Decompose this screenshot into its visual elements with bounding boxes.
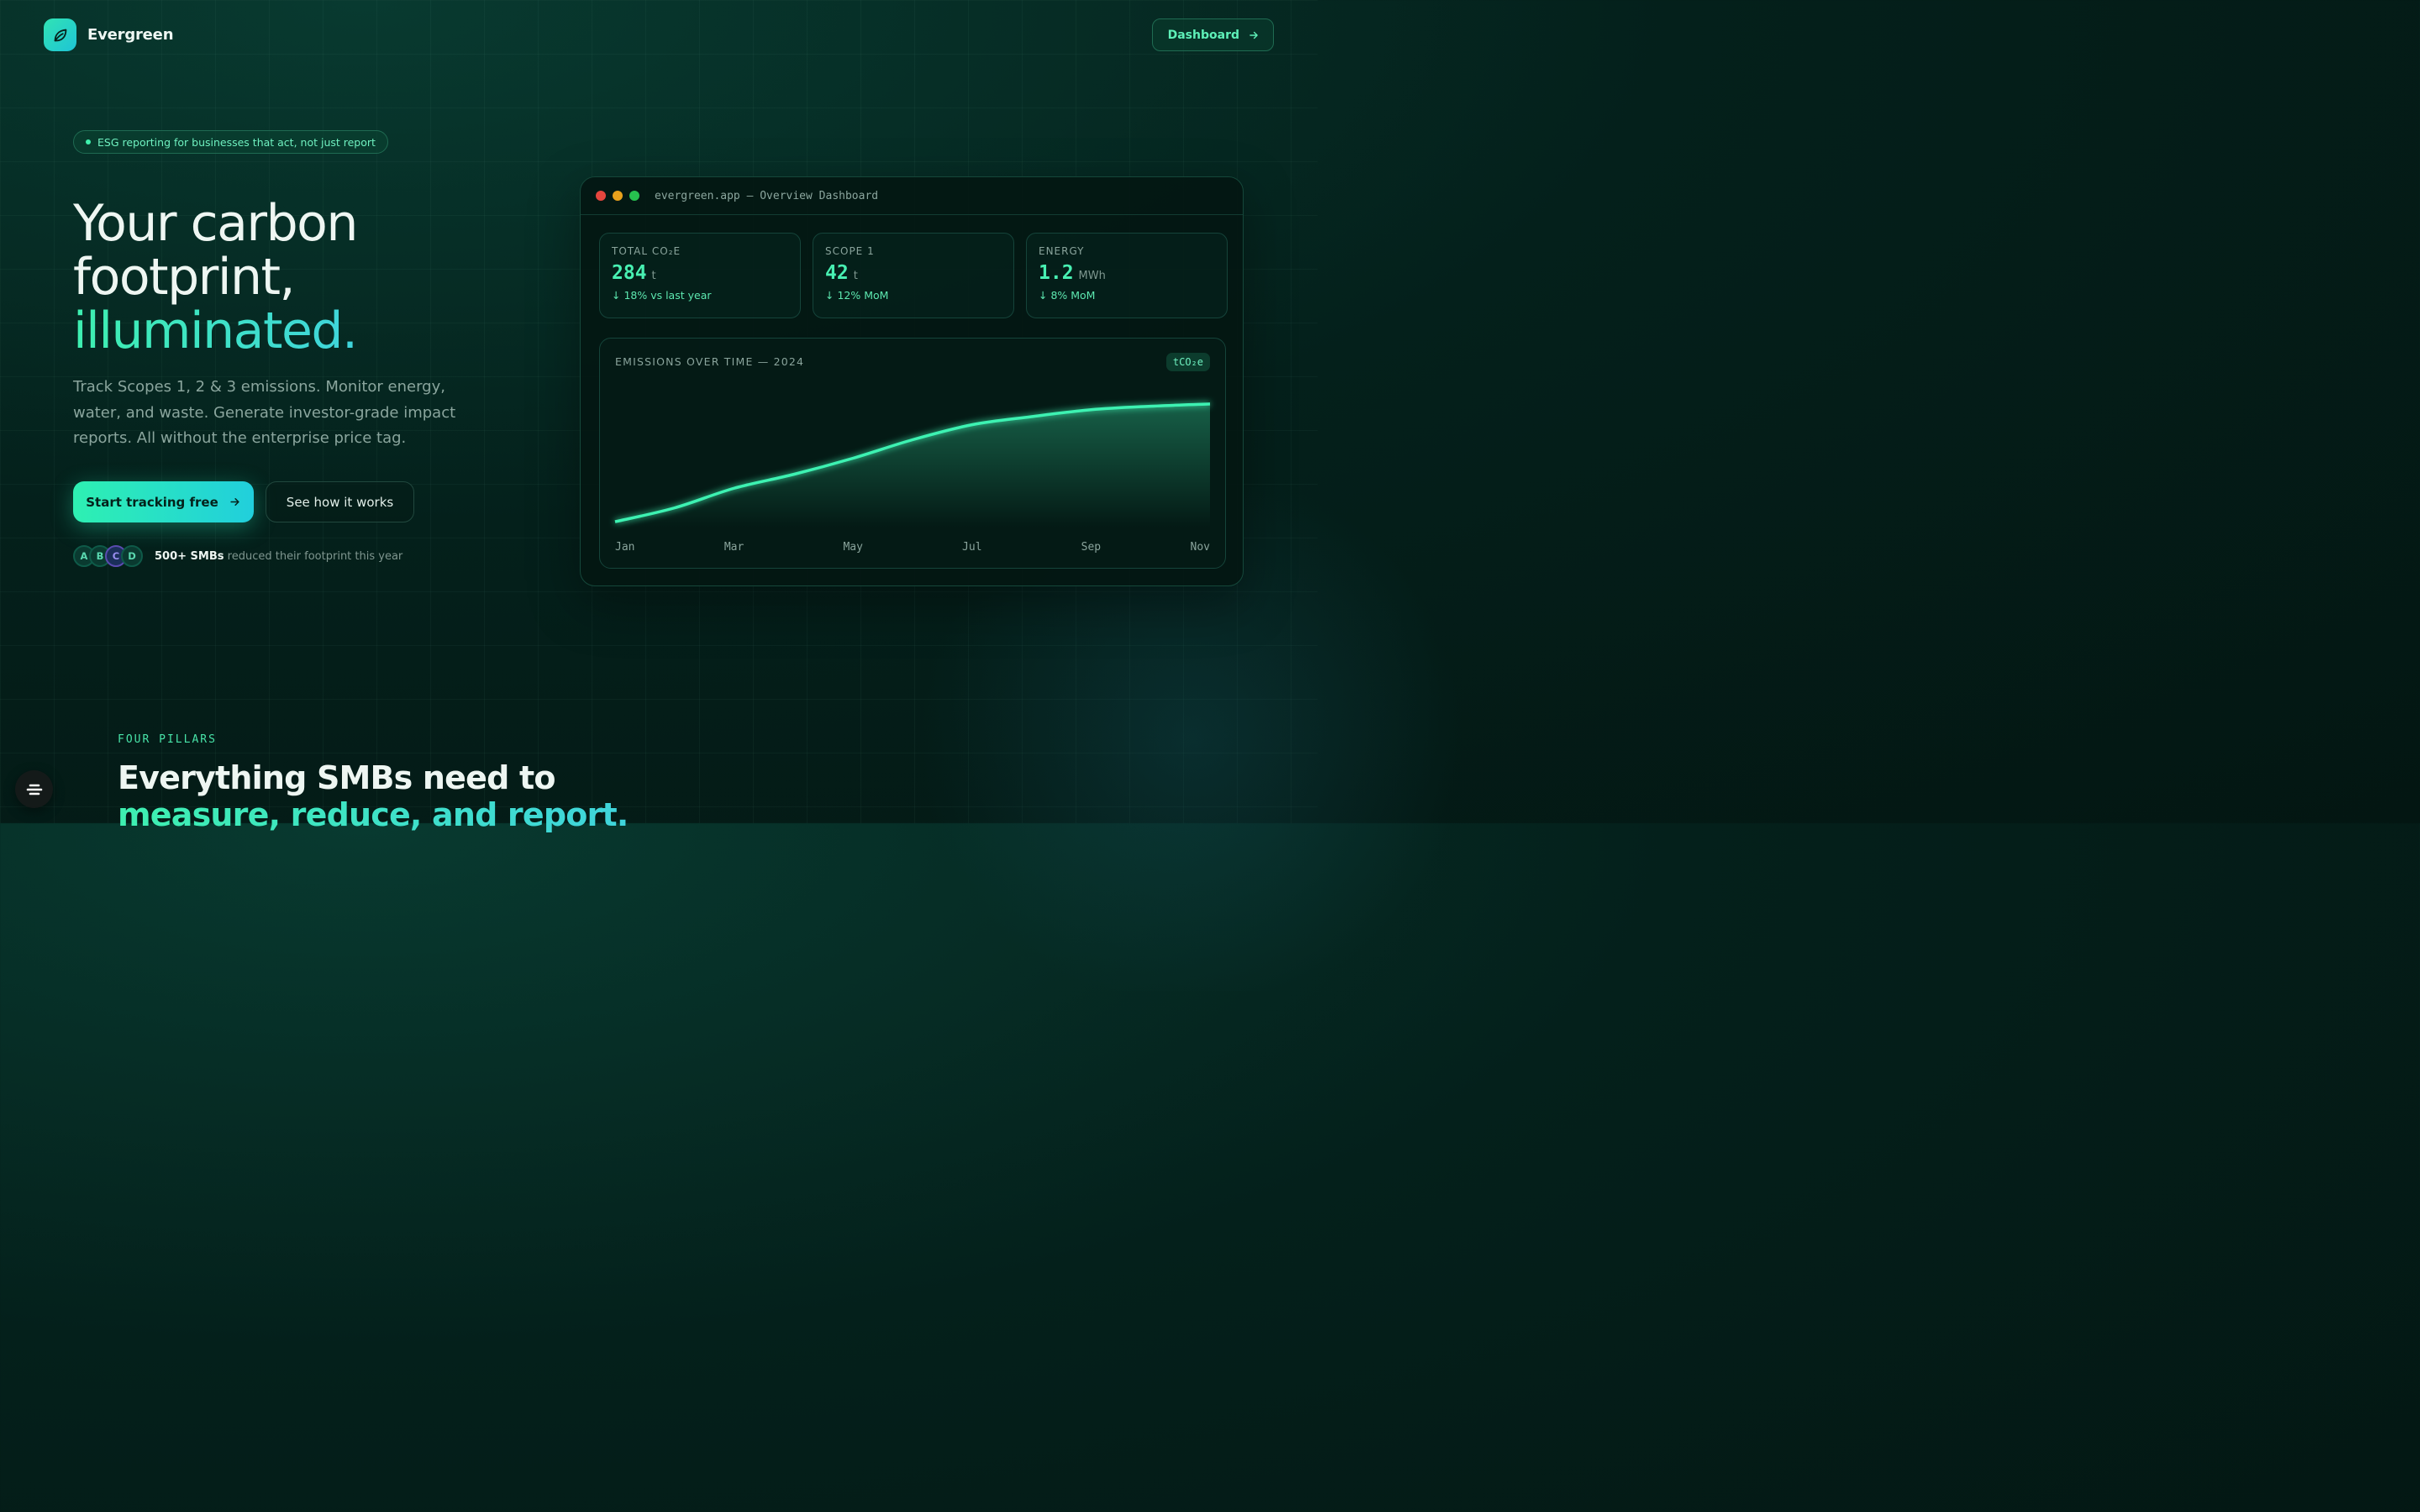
arrow-right-icon (230, 498, 239, 506)
x-tick-label: Nov (1191, 541, 1211, 554)
hero-badge: ESG reporting for businesses that act, n… (73, 130, 388, 154)
x-tick-label: Mar (724, 541, 744, 554)
social-proof: A B C D 500+ SMBs reduced their footprin… (73, 545, 402, 567)
avatar-group: A B C D (73, 545, 143, 567)
avatar: D (121, 545, 143, 567)
chat-widget-icon (26, 784, 42, 795)
minimize-dot-icon (613, 191, 623, 201)
kpi-value: 42 (825, 262, 849, 284)
kpi-card-total-co2e: TOTAL CO₂E 284 t ↓ 18% vs last year (599, 233, 801, 318)
close-dot-icon (596, 191, 606, 201)
start-tracking-label: Start tracking free (86, 494, 218, 510)
maximize-dot-icon (629, 191, 639, 201)
hero-title-accent: illuminated. (73, 302, 358, 360)
arrow-right-icon (1249, 31, 1258, 39)
hero-title: Your carbon footprint, illuminated. (73, 194, 358, 360)
kpi-delta: ↓ 12% MoM (825, 289, 889, 302)
kpi-label: TOTAL CO₂E (612, 245, 681, 257)
x-tick-label: Sep (1081, 541, 1102, 554)
window-title: evergreen.app — Overview Dashboard (655, 189, 879, 202)
kpi-card-energy: ENERGY 1.2 MWh ↓ 8% MoM (1026, 233, 1228, 318)
brand-name: Evergreen (87, 26, 174, 44)
kpi-unit: t (651, 270, 656, 282)
dashboard-button[interactable]: Dashboard (1151, 18, 1274, 51)
dashboard-button-label: Dashboard (1167, 28, 1239, 42)
kpi-label: ENERGY (1039, 245, 1085, 257)
dashboard-preview: evergreen.app — Overview Dashboard TOTAL… (580, 176, 1244, 586)
chat-widget-button[interactable] (15, 770, 53, 808)
x-tick-label: May (843, 541, 863, 554)
section-eyebrow: FOUR PILLARS (118, 733, 217, 746)
see-how-it-works-button[interactable]: See how it works (266, 481, 414, 522)
kpi-row: TOTAL CO₂E 284 t ↓ 18% vs last year SCOPE… (599, 233, 1228, 318)
kpi-unit: MWh (1078, 270, 1106, 282)
window-titlebar: evergreen.app — Overview Dashboard (581, 177, 1243, 215)
x-tick-label: Jan (615, 541, 634, 554)
hero-badge-text: ESG reporting for businesses that act, n… (97, 135, 376, 149)
leaf-icon (44, 18, 76, 51)
kpi-delta: ↓ 18% vs last year (612, 289, 712, 302)
kpi-value: 284 (612, 262, 647, 284)
kpi-unit: t (853, 270, 858, 282)
x-tick-label: Jul (962, 541, 981, 554)
section-title-line: Everything SMBs need to (118, 759, 555, 796)
hero-title-line-2: footprint, (73, 248, 296, 307)
kpi-value: 1.2 (1039, 262, 1074, 284)
chart-area (615, 403, 1210, 528)
chart-plot: Jan Mar May Jul Sep Nov (614, 402, 1211, 554)
see-how-it-works-label: See how it works (286, 494, 394, 510)
social-proof-text: 500+ SMBs reduced their footprint this y… (155, 550, 402, 563)
dot-icon (86, 139, 91, 144)
kpi-delta: ↓ 8% MoM (1039, 289, 1096, 302)
hero-subtitle: Track Scopes 1, 2 & 3 emissions. Monitor… (73, 378, 456, 447)
hero-title-line-1: Your carbon (73, 194, 358, 253)
social-proof-rest: reduced their footprint this year (224, 549, 403, 563)
kpi-card-scope-1: SCOPE 1 42 t ↓ 12% MoM (813, 233, 1014, 318)
section-title-accent: measure, reduce, and report. (118, 796, 629, 833)
social-proof-count: 500+ SMBs (155, 549, 224, 563)
emissions-chart: EMISSIONS OVER TIME — 2024 tCO₂e Jan Mar M… (599, 338, 1226, 569)
brand-logo[interactable]: Evergreen (44, 18, 174, 51)
start-tracking-button[interactable]: Start tracking free (73, 481, 254, 522)
kpi-label: SCOPE 1 (825, 245, 875, 257)
section-title: Everything SMBs need to measure, reduce,… (118, 759, 629, 833)
